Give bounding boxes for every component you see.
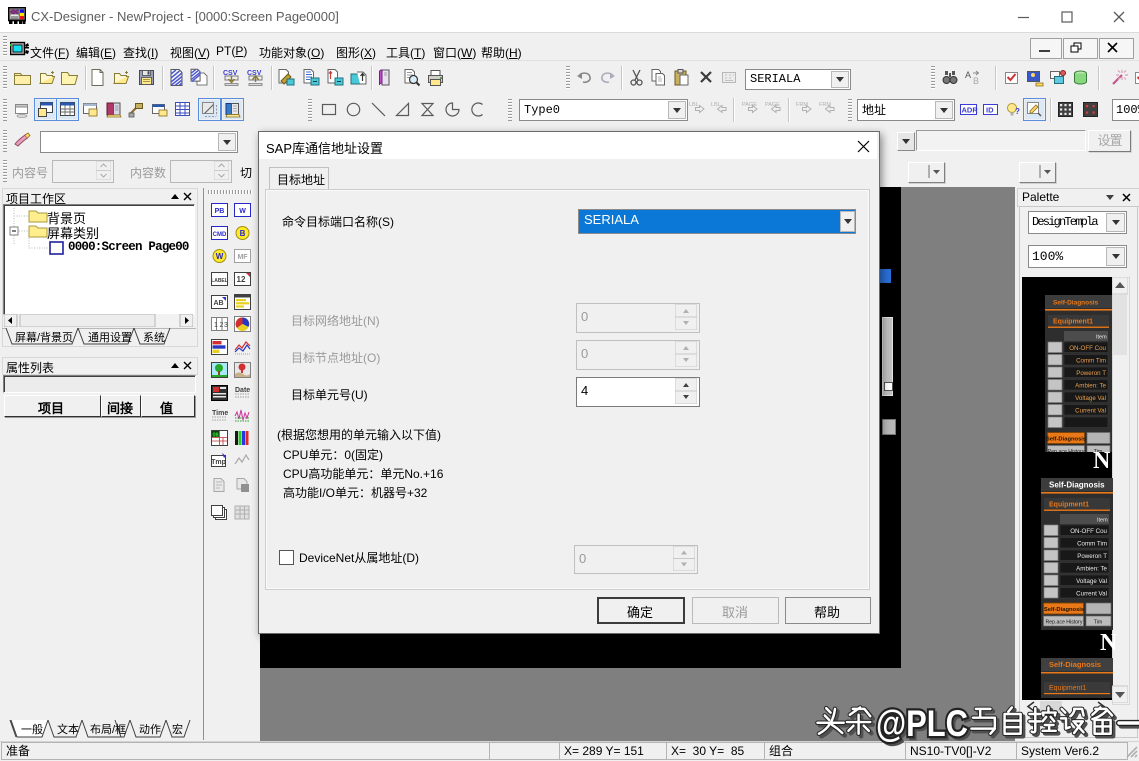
svg-text:Rep.ace History: Rep.ace History — [1046, 620, 1083, 626]
svg-text:B: B — [240, 229, 246, 238]
svg-text:Current Val: Current Val — [1075, 408, 1106, 415]
svg-text:Equipment1: Equipment1 — [1049, 685, 1086, 692]
svg-text:Ambien: Te: Ambien: Te — [1075, 383, 1106, 390]
svg-text:2: 2 — [220, 322, 224, 329]
svg-text:FRM: FRM — [819, 102, 831, 108]
svg-text:Poweron T: Poweron T — [1077, 553, 1107, 560]
svg-text:@PLC: @PLC — [876, 703, 968, 744]
svg-text:ID: ID — [986, 106, 994, 115]
svg-text:Equipment1: Equipment1 — [1049, 502, 1089, 509]
svg-text:Voltage Val: Voltage Val — [1076, 578, 1107, 585]
svg-text:Equipment1: Equipment1 — [1053, 319, 1093, 326]
svg-text:AB: AB — [213, 300, 223, 307]
svg-text:PB: PB — [215, 208, 225, 215]
svg-text:CMD: CMD — [213, 232, 227, 238]
svg-text:Self-Diagnosis: Self-Diagnosis — [1044, 607, 1084, 613]
svg-text:3: 3 — [224, 322, 228, 329]
svg-text:W: W — [216, 252, 224, 261]
svg-text:1: 1 — [214, 322, 218, 329]
svg-text:Ambien: Te: Ambien: Te — [1076, 566, 1107, 573]
svg-text:Tim: Tim — [1094, 620, 1102, 626]
svg-text:系统: 系统 — [143, 331, 165, 344]
svg-text:宏: 宏 — [172, 722, 183, 736]
svg-text:12: 12 — [237, 275, 246, 284]
svg-text:Self-Diagnosis: Self-Diagnosis — [1046, 437, 1086, 443]
svg-text:ON-OFF Cou: ON-OFF Cou — [1069, 345, 1106, 352]
svg-text:Time: Time — [212, 410, 228, 417]
svg-text:W: W — [239, 208, 246, 215]
svg-text:MF: MF — [237, 254, 248, 261]
svg-text:通用设置: 通用设置 — [88, 331, 132, 344]
svg-text:Self-Diagnosis: Self-Diagnosis — [1049, 481, 1105, 490]
svg-text:屏幕/背景页: 屏幕/背景页 — [15, 330, 73, 344]
svg-text:动作: 动作 — [139, 723, 161, 736]
svg-text:Self-Diagnosis: Self-Diagnosis — [1053, 300, 1099, 307]
svg-text:ON-OFF Cou: ON-OFF Cou — [1070, 528, 1107, 535]
svg-text:Comm Tim: Comm Tim — [1076, 358, 1106, 365]
svg-text:?: ? — [1015, 107, 1020, 116]
svg-text:LABEL: LABEL — [211, 278, 228, 284]
svg-text:Tmp: Tmp — [211, 459, 226, 466]
svg-text:ADR: ADR — [962, 106, 979, 115]
svg-text:文本: 文本 — [57, 722, 79, 736]
svg-text:Comm Tim: Comm Tim — [1077, 541, 1107, 548]
svg-text:A: A — [965, 70, 971, 80]
svg-text:Voltage Val: Voltage Val — [1075, 395, 1106, 402]
svg-text:Rep.ace History: Rep.ace History — [1048, 449, 1085, 452]
svg-text:Item: Item — [1097, 518, 1108, 524]
svg-text:Current Val: Current Val — [1076, 591, 1107, 598]
svg-text:Self-Diagnosis: Self-Diagnosis — [1049, 660, 1101, 669]
svg-text:一般: 一般 — [21, 723, 43, 736]
svg-text:布局/框: 布局/框 — [90, 723, 126, 736]
svg-text:Item: Item — [1096, 335, 1107, 341]
svg-text:Date: Date — [235, 387, 250, 394]
svg-text:Poweron T: Poweron T — [1076, 370, 1106, 377]
svg-text:B: B — [973, 76, 979, 86]
